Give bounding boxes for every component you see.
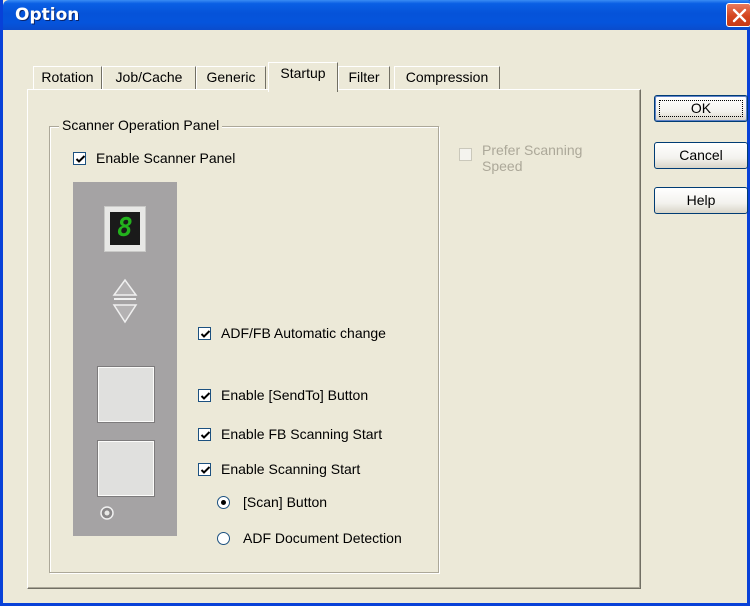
title-bar[interactable]: Option	[3, 0, 750, 30]
focus-rect	[659, 100, 743, 117]
tab-rotation[interactable]: Rotation	[33, 66, 102, 90]
startup-tab-panel	[27, 89, 641, 589]
cancel-button[interactable]: Cancel	[654, 142, 748, 169]
tab-compression[interactable]: Compression	[394, 66, 500, 90]
help-button[interactable]: Help	[654, 187, 748, 214]
tab-job-cache[interactable]: Job/Cache	[102, 66, 196, 90]
close-icon	[732, 8, 747, 23]
tab-startup[interactable]: Startup	[268, 62, 338, 92]
ok-button[interactable]: OK	[654, 95, 748, 122]
tab-generic[interactable]: Generic	[196, 66, 266, 90]
window-title: Option	[15, 5, 80, 25]
option-dialog: Option Rotation Job/Cache Generic Startu…	[0, 0, 750, 606]
close-button[interactable]	[726, 3, 750, 27]
tab-filter[interactable]: Filter	[338, 66, 390, 90]
